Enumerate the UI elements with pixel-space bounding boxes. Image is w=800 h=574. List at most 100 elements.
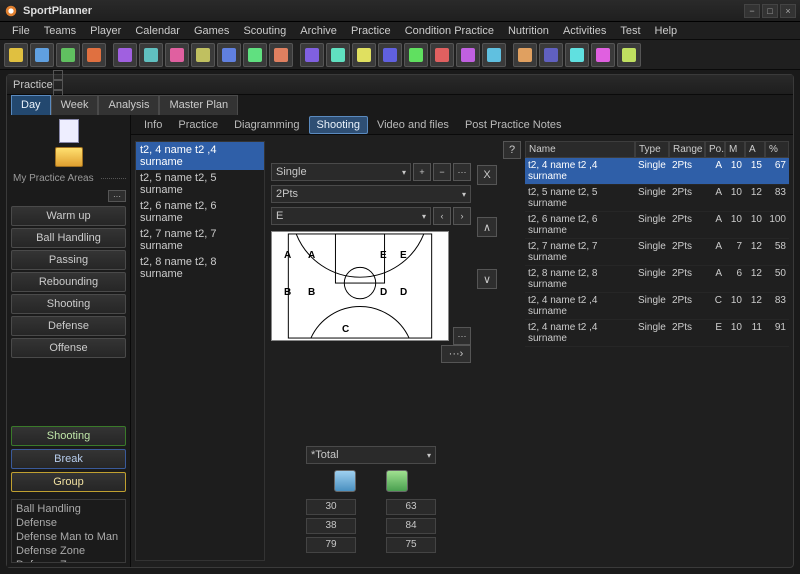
area-shooting[interactable]: Shooting: [11, 294, 126, 314]
mode-tab-analysis[interactable]: Analysis: [98, 95, 159, 115]
table-row[interactable]: t2, 8 name t2, 8 surnameSingle2PtsA61250: [525, 266, 789, 293]
toolbar-icon-1[interactable]: [30, 43, 54, 67]
menu-condition-practice[interactable]: Condition Practice: [399, 24, 500, 38]
assign-button[interactable]: ···›: [441, 345, 471, 363]
category-item[interactable]: Defense: [14, 516, 123, 530]
toolbar-icon-7[interactable]: [191, 43, 215, 67]
move-up-button[interactable]: ∧: [477, 217, 497, 237]
delete-button[interactable]: X: [477, 165, 497, 185]
menu-activities[interactable]: Activities: [557, 24, 612, 38]
table-row[interactable]: t2, 4 name t2 ,4 surnameSingle2PtsA10156…: [525, 158, 789, 185]
area-passing[interactable]: Passing: [11, 250, 126, 270]
move-down-button[interactable]: ∨: [477, 269, 497, 289]
category-list[interactable]: Ball HandlingDefenseDefense Man to ManDe…: [11, 499, 126, 563]
help-button[interactable]: ?: [503, 141, 521, 159]
player-row[interactable]: t2, 6 name t2, 6 surname: [136, 198, 264, 226]
toolbar-icon-19[interactable]: [513, 43, 537, 67]
toolbar-icon-17[interactable]: [456, 43, 480, 67]
player-row[interactable]: t2, 4 name t2 ,4 surname: [136, 142, 264, 170]
type-select[interactable]: Single▾: [271, 163, 411, 181]
area-defense[interactable]: Defense: [11, 316, 126, 336]
toolbar-icon-9[interactable]: [243, 43, 267, 67]
player-row[interactable]: t2, 8 name t2, 8 surname: [136, 254, 264, 282]
toolbar-icon-8[interactable]: [217, 43, 241, 67]
category-item[interactable]: Defense Man to Man: [14, 530, 123, 544]
toolbar-icon-6[interactable]: [165, 43, 189, 67]
column-header[interactable]: M: [725, 141, 745, 158]
shooting-table[interactable]: NameTypeRangePo..MA% t2, 4 name t2 ,4 su…: [525, 141, 789, 347]
menu-file[interactable]: File: [6, 24, 36, 38]
toolbar-icon-3[interactable]: [82, 43, 106, 67]
menu-calendar[interactable]: Calendar: [129, 24, 186, 38]
menu-practice[interactable]: Practice: [345, 24, 397, 38]
maximize-button[interactable]: □: [762, 4, 778, 18]
menu-nutrition[interactable]: Nutrition: [502, 24, 555, 38]
category-item[interactable]: Defense Zone: [14, 544, 123, 558]
sub-tab-practice[interactable]: Practice: [171, 117, 225, 133]
toolbar-icon-10[interactable]: [269, 43, 293, 67]
open-folder-icon[interactable]: [55, 147, 83, 167]
menu-help[interactable]: Help: [649, 24, 684, 38]
toolbar-icon-12[interactable]: [326, 43, 350, 67]
player-row[interactable]: t2, 7 name t2, 7 surname: [136, 226, 264, 254]
type-add-button[interactable]: +: [413, 163, 431, 181]
toolbar-icon-14[interactable]: [378, 43, 402, 67]
toolbar-icon-0[interactable]: [4, 43, 28, 67]
column-header[interactable]: A: [745, 141, 765, 158]
toolbar-icon-2[interactable]: [56, 43, 80, 67]
player-list[interactable]: t2, 4 name t2 ,4 surnamet2, 5 name t2, 5…: [135, 141, 265, 561]
type-remove-button[interactable]: −: [433, 163, 451, 181]
area-ball-handling[interactable]: Ball Handling: [11, 228, 126, 248]
section-group[interactable]: Group: [11, 472, 126, 492]
position-next-button[interactable]: ›: [453, 207, 471, 225]
menu-test[interactable]: Test: [614, 24, 646, 38]
toolbar-icon-22[interactable]: [591, 43, 615, 67]
toolbar-icon-4[interactable]: [113, 43, 137, 67]
column-header[interactable]: Po..: [705, 141, 725, 158]
totals-select[interactable]: *Total▾: [306, 446, 436, 464]
category-item[interactable]: Defense Zone Specific: [14, 558, 123, 563]
mode-tab-master-plan[interactable]: Master Plan: [159, 95, 238, 115]
sub-tab-info[interactable]: Info: [137, 117, 169, 133]
sub-tab-post-practice-notes[interactable]: Post Practice Notes: [458, 117, 569, 133]
mode-tab-week[interactable]: Week: [51, 95, 99, 115]
toolbar-icon-23[interactable]: [617, 43, 641, 67]
menu-teams[interactable]: Teams: [38, 24, 82, 38]
toolbar-icon-5[interactable]: [139, 43, 163, 67]
table-row[interactable]: t2, 7 name t2, 7 surnameSingle2PtsA71258: [525, 239, 789, 266]
area-offense[interactable]: Offense: [11, 338, 126, 358]
menu-games[interactable]: Games: [188, 24, 235, 38]
player-row[interactable]: t2, 5 name t2, 5 surname: [136, 170, 264, 198]
category-item[interactable]: Ball Handling: [14, 502, 123, 516]
column-header[interactable]: Range: [669, 141, 705, 158]
subwin-minimize-button[interactable]: [53, 70, 63, 80]
toolbar-icon-21[interactable]: [565, 43, 589, 67]
toolbar-icon-13[interactable]: [352, 43, 376, 67]
range-select[interactable]: 2Pts▾: [271, 185, 471, 203]
court-options-button[interactable]: ···: [453, 327, 471, 345]
close-button[interactable]: ×: [780, 4, 796, 18]
table-row[interactable]: t2, 4 name t2 ,4 surnameSingle2PtsE10119…: [525, 320, 789, 347]
table-row[interactable]: t2, 6 name t2, 6 surnameSingle2PtsA10101…: [525, 212, 789, 239]
toolbar-icon-16[interactable]: [430, 43, 454, 67]
toolbar-icon-18[interactable]: [482, 43, 506, 67]
toolbar-icon-11[interactable]: [300, 43, 324, 67]
table-row[interactable]: t2, 5 name t2, 5 surnameSingle2PtsA10128…: [525, 185, 789, 212]
section-break[interactable]: Break: [11, 449, 126, 469]
position-select[interactable]: E▾: [271, 207, 431, 225]
toolbar-icon-20[interactable]: [539, 43, 563, 67]
column-header[interactable]: Type: [635, 141, 669, 158]
menu-archive[interactable]: Archive: [294, 24, 343, 38]
new-document-icon[interactable]: [59, 119, 79, 143]
menu-scouting[interactable]: Scouting: [237, 24, 292, 38]
subwin-maximize-button[interactable]: [53, 80, 63, 90]
position-prev-button[interactable]: ‹: [433, 207, 451, 225]
column-header[interactable]: %: [765, 141, 789, 158]
column-header[interactable]: Name: [525, 141, 635, 158]
menu-player[interactable]: Player: [84, 24, 127, 38]
section-shooting[interactable]: Shooting: [11, 426, 126, 446]
sub-tab-diagramming[interactable]: Diagramming: [227, 117, 306, 133]
areas-options-button[interactable]: ···: [108, 190, 126, 202]
toolbar-icon-15[interactable]: [404, 43, 428, 67]
table-row[interactable]: t2, 4 name t2 ,4 surnameSingle2PtsC10128…: [525, 293, 789, 320]
